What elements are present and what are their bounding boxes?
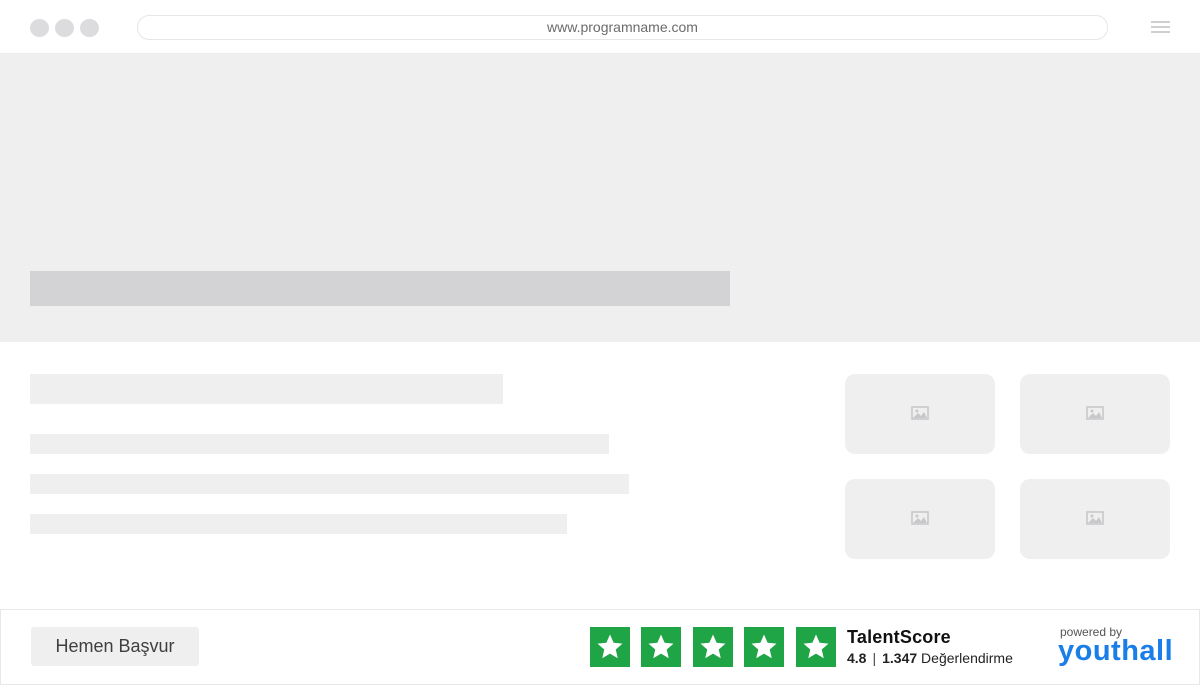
- rating-star-icon: [744, 627, 784, 667]
- apply-button[interactable]: Hemen Başvur: [31, 627, 199, 666]
- rating-star-icon: [796, 627, 836, 667]
- image-icon: [911, 511, 929, 525]
- review-count: 1.347: [882, 650, 918, 666]
- hero-title-placeholder: [30, 271, 730, 306]
- image-thumbnail: [1020, 374, 1170, 454]
- rating-star-icon: [590, 627, 630, 667]
- rating-star-icon: [641, 627, 681, 667]
- youthall-logo[interactable]: youthall: [1058, 635, 1173, 668]
- address-bar[interactable]: www.programname.com: [137, 15, 1108, 40]
- footer-bar: Hemen Başvur TalentScore 4.8 | 1.347 Değer…: [0, 609, 1200, 685]
- image-icon: [1086, 406, 1104, 420]
- content-line-placeholder: [30, 474, 629, 494]
- image-thumbnail: [845, 374, 995, 454]
- image-icon: [911, 406, 929, 420]
- content-line-placeholder: [30, 434, 609, 454]
- window-dot-close[interactable]: [30, 19, 49, 37]
- content-line-placeholder: [30, 514, 567, 534]
- rating-value: 4.8: [847, 650, 867, 666]
- window-dot-maximize[interactable]: [80, 19, 99, 37]
- window-dot-minimize[interactable]: [55, 19, 74, 37]
- talentscore-title: TalentScore: [847, 627, 951, 647]
- image-thumbnail: [845, 479, 995, 559]
- hamburger-menu-icon[interactable]: [1151, 21, 1170, 33]
- talentscore-summary: 4.8 | 1.347 Değerlendirme: [847, 650, 1013, 666]
- rating-star-icon: [693, 627, 733, 667]
- rating-separator: |: [872, 650, 877, 666]
- image-icon: [1086, 511, 1104, 525]
- hero-banner-placeholder: [0, 54, 1200, 342]
- content-heading-placeholder: [30, 374, 503, 404]
- image-thumbnail: [1020, 479, 1170, 559]
- browser-toolbar: www.programname.com: [0, 0, 1200, 54]
- review-label: Değerlendirme: [921, 650, 1013, 666]
